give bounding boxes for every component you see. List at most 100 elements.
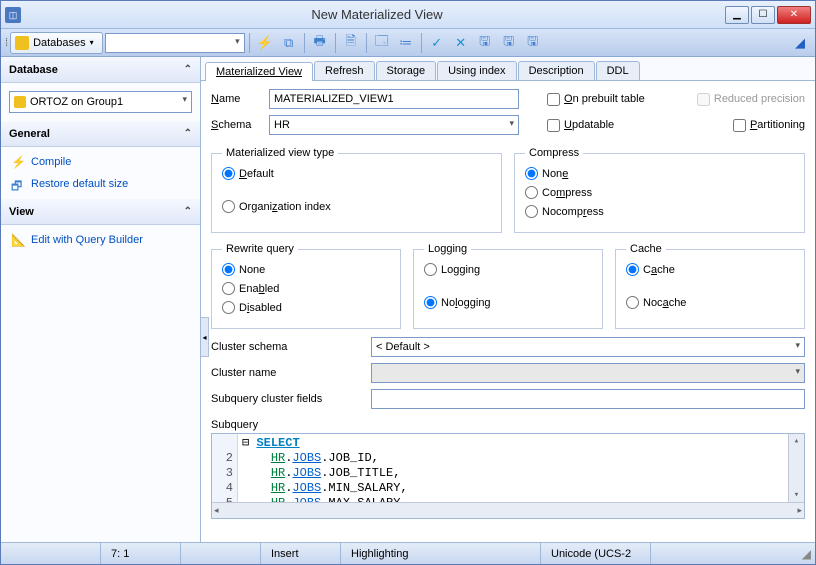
cancel-icon[interactable]: ✕ xyxy=(450,32,472,54)
sql-code[interactable]: ⊟ SELECT HR.JOBS.JOB_ID, HR.JOBS.JOB_TIT… xyxy=(238,434,788,502)
schema-combo[interactable]: HR xyxy=(269,115,519,135)
logging-group: Logging Logging Nologging xyxy=(413,243,603,329)
compress-none-radio[interactable]: None xyxy=(525,167,794,180)
database-combo-value: ORTOZ on Group1 xyxy=(30,96,123,108)
minimize-button[interactable]: ▁ xyxy=(725,6,749,24)
restore-link[interactable]: 🗗 Restore default size xyxy=(1,173,200,195)
logging-nologging-radio[interactable]: Nologging xyxy=(424,296,592,309)
compress-compress-radio[interactable]: Compress xyxy=(525,186,794,199)
databases-label: Databases xyxy=(33,37,86,49)
tabs: Materialized View Refresh Storage Using … xyxy=(201,57,815,81)
file-icon[interactable]: 🗎 xyxy=(340,32,362,54)
cache-group: Cache Cache Nocache xyxy=(615,243,805,329)
cache-nocache-radio[interactable]: Nocache xyxy=(626,296,794,309)
status-encoding: Unicode (UCS-2 xyxy=(541,543,651,564)
left-panel: Database ⌃ ORTOZ on Group1 General ⌃ ⚡ C… xyxy=(1,57,201,542)
toolbar-combo[interactable] xyxy=(105,33,245,53)
cluster-schema-combo[interactable]: < Default > xyxy=(371,337,805,357)
updatable-checkbox[interactable]: Updatable xyxy=(547,119,614,132)
tab-refresh[interactable]: Refresh xyxy=(314,61,375,80)
settings-icon[interactable]: 🗔 xyxy=(371,32,393,54)
reduced-checkbox: Reduced precision xyxy=(697,93,805,106)
print-icon[interactable]: 🖶 xyxy=(309,32,331,54)
mvtype-legend: Materialized view type xyxy=(222,147,338,159)
name-input[interactable] xyxy=(269,89,519,109)
section-database-header[interactable]: Database ⌃ xyxy=(1,57,200,83)
vertical-scrollbar[interactable]: ▴▾ xyxy=(788,434,804,502)
status-mode: Insert xyxy=(261,543,341,564)
collapse-icon: ⌃ xyxy=(184,128,192,139)
database-icon xyxy=(14,96,26,108)
section-general-header[interactable]: General ⌃ xyxy=(1,121,200,147)
cluster-schema-value: < Default > xyxy=(376,341,430,353)
restore-icon: 🗗 xyxy=(11,177,25,191)
mvtype-default-radio[interactable]: Default xyxy=(222,167,491,180)
tab-ddl[interactable]: DDL xyxy=(596,61,640,80)
section-view-title: View xyxy=(9,206,34,218)
toolbar: ⁞ Databases ▾ ⚡ ⧉ 🖶 🗎 🗔 ≔ ✓ ✕ 🖫 🖫 🖫 ◢ xyxy=(1,29,815,57)
list-icon[interactable]: ≔ xyxy=(395,32,417,54)
line-gutter: 2345 xyxy=(212,434,238,502)
subquery-fields-input[interactable] xyxy=(371,389,805,409)
close-button[interactable]: ✕ xyxy=(777,6,811,24)
copy-icon[interactable]: ⧉ xyxy=(278,32,300,54)
compile-link[interactable]: ⚡ Compile xyxy=(1,151,200,173)
window-title: New Materialized View xyxy=(29,7,725,22)
cache-legend: Cache xyxy=(626,243,666,255)
database-icon xyxy=(15,36,29,50)
main: Database ⌃ ORTOZ on Group1 General ⌃ ⚡ C… xyxy=(1,57,815,542)
edit-query-builder-link[interactable]: 📐 Edit with Query Builder xyxy=(1,229,200,251)
tab-description[interactable]: Description xyxy=(518,61,595,80)
mvtype-group: Materialized view type Default Organizat… xyxy=(211,147,502,233)
logging-legend: Logging xyxy=(424,243,471,255)
more-icon[interactable]: 🖫 xyxy=(522,32,544,54)
databases-button[interactable]: Databases ▾ xyxy=(10,32,103,54)
app-icon: ◫ xyxy=(5,7,21,23)
partitioning-checkbox[interactable]: Partitioning xyxy=(733,119,805,132)
saveall-icon[interactable]: 🖫 xyxy=(498,32,520,54)
section-view-header[interactable]: View ⌃ xyxy=(1,199,200,225)
compile-label: Compile xyxy=(31,156,71,168)
tab-using-index[interactable]: Using index xyxy=(437,61,516,80)
right-panel: Materialized View Refresh Storage Using … xyxy=(201,57,815,542)
cluster-name-label: Cluster name xyxy=(211,367,371,379)
horizontal-scrollbar[interactable]: ◂▸ xyxy=(212,502,804,518)
schema-value: HR xyxy=(274,119,290,131)
status-position: 7: 1 xyxy=(101,543,181,564)
database-combo[interactable]: ORTOZ on Group1 xyxy=(9,91,192,113)
rewrite-enabled-radio[interactable]: Enabled xyxy=(222,282,390,295)
toolbar-overflow-icon[interactable]: ◢ xyxy=(789,32,811,54)
compress-nocompress-radio[interactable]: Nocompress xyxy=(525,205,794,218)
statusbar: 7: 1 Insert Highlighting Unicode (UCS-2 … xyxy=(1,542,815,564)
mvtype-orgindex-radio[interactable]: Organization index xyxy=(222,200,491,213)
collapse-icon: ⌃ xyxy=(184,206,192,217)
cache-cache-radio[interactable]: Cache xyxy=(626,263,794,276)
execute-icon[interactable]: ⚡ xyxy=(254,32,276,54)
panel-collapse-button[interactable]: ◂ xyxy=(201,317,209,357)
rewrite-disabled-radio[interactable]: Disabled xyxy=(222,301,390,314)
apply-icon[interactable]: ✓ xyxy=(426,32,448,54)
rewrite-legend: Rewrite query xyxy=(222,243,298,255)
titlebar: ◫ New Materialized View ▁ ☐ ✕ xyxy=(1,1,815,29)
save-icon[interactable]: 🖫 xyxy=(474,32,496,54)
edit-qb-label: Edit with Query Builder xyxy=(31,234,143,246)
logging-logging-radio[interactable]: Logging xyxy=(424,263,592,276)
sql-editor[interactable]: 2345 ⊟ SELECT HR.JOBS.JOB_ID, HR.JOBS.JO… xyxy=(211,433,805,519)
tab-storage[interactable]: Storage xyxy=(376,61,437,80)
subquery-fields-label: Subquery cluster fields xyxy=(211,393,371,405)
status-highlight: Highlighting xyxy=(341,543,541,564)
restore-label: Restore default size xyxy=(31,178,128,190)
section-general-title: General xyxy=(9,128,50,140)
form-area: Name On prebuilt table Reduced precision… xyxy=(201,81,815,542)
tab-materialized-view[interactable]: Materialized View xyxy=(205,62,313,81)
name-label: Name xyxy=(211,93,261,105)
cluster-name-combo[interactable] xyxy=(371,363,805,383)
schema-label: Schema xyxy=(211,119,261,131)
subquery-label: Subquery xyxy=(211,419,805,431)
cluster-schema-label: Cluster schema xyxy=(211,341,371,353)
lightning-icon: ⚡ xyxy=(11,155,25,169)
prebuilt-checkbox[interactable]: On prebuilt table xyxy=(547,93,645,106)
maximize-button[interactable]: ☐ xyxy=(751,6,775,24)
resize-grip[interactable]: ◢ xyxy=(802,547,815,561)
rewrite-none-radio[interactable]: None xyxy=(222,263,390,276)
